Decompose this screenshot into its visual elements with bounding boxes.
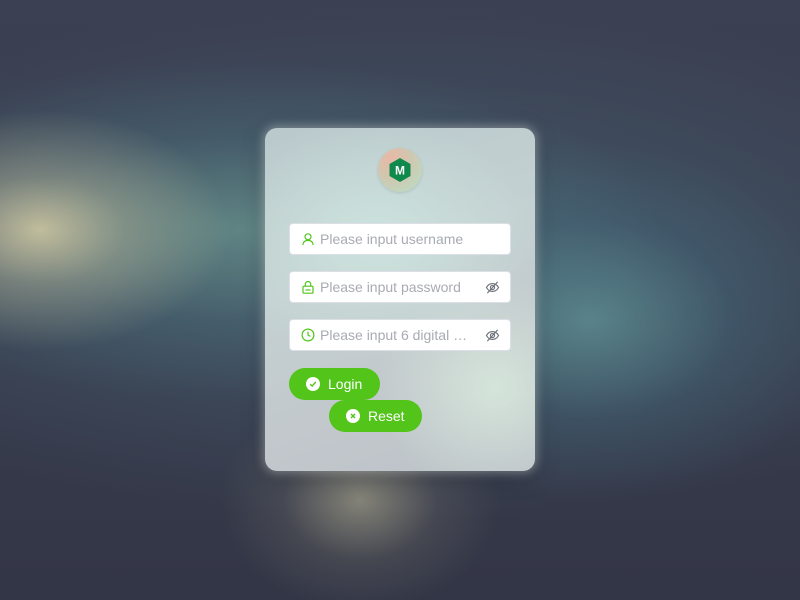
hexagon-m-logo-icon: M — [389, 158, 411, 182]
reset-button[interactable]: Reset — [329, 400, 422, 432]
close-circle-icon — [346, 409, 360, 423]
otp-field[interactable]: Please input 6 digital OTP — [289, 319, 511, 351]
username-field[interactable]: Please input username — [289, 223, 511, 255]
login-button-label: Login — [328, 376, 363, 392]
username-input[interactable]: Please input username — [320, 231, 510, 247]
user-icon — [290, 232, 320, 246]
reset-button-label: Reset — [368, 408, 405, 424]
app-logo: M — [378, 148, 422, 192]
otp-input[interactable]: Please input 6 digital OTP — [320, 327, 480, 343]
clock-icon — [290, 328, 320, 342]
eye-off-icon[interactable] — [480, 328, 510, 343]
login-card: M Please input username Please input pas… — [265, 128, 535, 471]
password-input[interactable]: Please input password — [320, 279, 480, 295]
lock-icon — [290, 280, 320, 294]
check-circle-icon — [306, 377, 320, 391]
eye-off-icon[interactable] — [480, 280, 510, 295]
logo-letter: M — [395, 164, 405, 178]
password-field[interactable]: Please input password — [289, 271, 511, 303]
login-button[interactable]: Login — [289, 368, 380, 400]
